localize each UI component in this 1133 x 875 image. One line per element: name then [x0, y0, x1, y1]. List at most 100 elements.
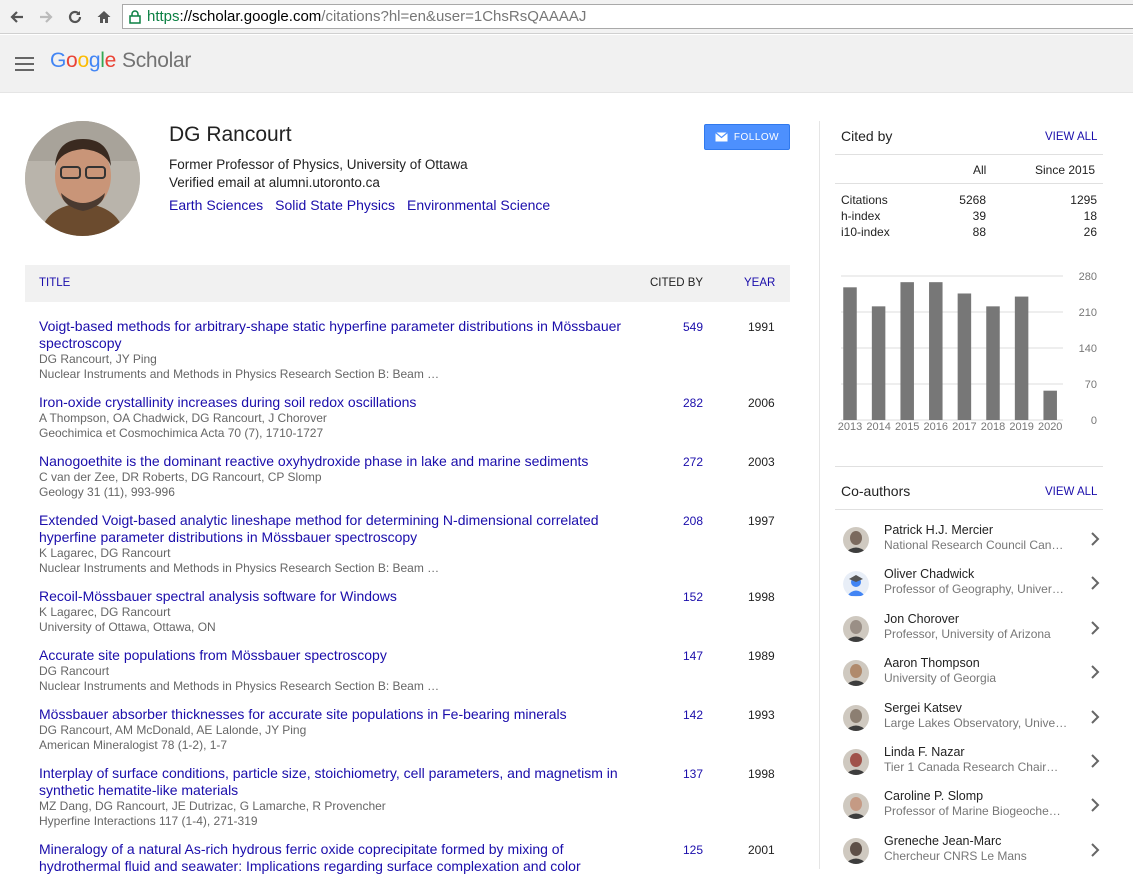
citations-per-year-chart: 280 210 140 70 0 2013 2014 2015 2016 2017 2018 2019… — [838, 271, 1097, 433]
home-icon[interactable] — [93, 6, 115, 28]
chart-bar-2019[interactable] — [1014, 296, 1029, 420]
sort-by-cited[interactable]: CITED BY — [650, 277, 703, 289]
coauthor-name: Patrick H.J. Mercier — [884, 523, 994, 537]
coauthor-avatar — [843, 749, 869, 775]
stat-label: Citations — [841, 193, 888, 207]
y-tick-label: 70 — [1085, 379, 1097, 391]
topic-link[interactable]: Environmental Science — [407, 197, 550, 213]
mail-icon — [714, 132, 728, 142]
chart-bar-2018[interactable] — [986, 306, 1000, 420]
chart-bar-2017[interactable] — [957, 293, 972, 420]
address-bar[interactable]: https://scholar.google.com/citations?hl=… — [122, 4, 1133, 29]
article-title[interactable]: Iron-oxide crystallinity increases durin… — [39, 394, 639, 411]
article-year: 2001 — [748, 843, 775, 857]
chart-bar-2014[interactable] — [871, 306, 886, 420]
article-title[interactable]: Extended Voigt-based analytic lineshape … — [39, 512, 639, 546]
x-tick-label: 2014 — [866, 421, 890, 433]
chart-bar-2013[interactable] — [843, 287, 857, 420]
article-cited-by[interactable]: 208 — [683, 514, 703, 528]
article-authors: K Lagarec, DG Rancourt — [39, 605, 171, 619]
stat-label: i10-index — [841, 225, 890, 239]
back-arrow-icon[interactable] — [6, 6, 28, 28]
article-cited-by[interactable]: 125 — [683, 843, 703, 857]
chevron-right-icon[interactable] — [1089, 665, 1101, 679]
article-authors: MZ Dang, DG Rancourt, JE Dutrizac, G Lam… — [39, 799, 386, 813]
article-title[interactable]: Nanogoethite is the dominant reactive ox… — [39, 453, 639, 470]
reload-icon[interactable] — [64, 6, 86, 28]
chevron-right-icon[interactable] — [1089, 798, 1101, 813]
chart-bar-2020[interactable] — [1043, 390, 1057, 420]
coauthor-item[interactable]: Linda F. Nazar Tier 1 Canada Research Cha… — [835, 742, 1103, 786]
article-row: Accurate site populations from Mössbauer… — [39, 647, 779, 693]
coauthor-affiliation: Large Lakes Observatory, Unive… — [884, 715, 1068, 730]
chart-bar-2015[interactable] — [900, 282, 914, 420]
y-tick-label: 0 — [1091, 415, 1097, 427]
coauthor-item[interactable]: Sergei Katsev Large Lakes Observatory, Un… — [835, 698, 1103, 742]
chevron-right-icon[interactable] — [1089, 576, 1101, 591]
x-tick-label: 2016 — [924, 421, 948, 433]
x-tick-label: 2015 — [895, 421, 919, 433]
article-cited-by[interactable]: 152 — [683, 590, 703, 604]
article-year: 2003 — [748, 455, 775, 469]
article-title[interactable]: Voigt-based methods for arbitrary-shape … — [39, 318, 639, 352]
y-tick-label: 210 — [1079, 307, 1097, 319]
article-row: Interplay of surface conditions, particl… — [39, 765, 779, 828]
article-cited-by[interactable]: 137 — [683, 767, 703, 781]
x-tick-label: 2013 — [838, 421, 862, 433]
google-scholar-logo[interactable]: Google Scholar — [50, 49, 191, 73]
coauthor-name: Aaron Thompson — [884, 656, 980, 671]
forward-arrow-icon[interactable] — [35, 6, 57, 28]
article-cited-by[interactable]: 142 — [683, 708, 703, 722]
profile-email: Verified email at alumni.utoronto.ca — [169, 175, 380, 190]
coauthor-avatar — [843, 704, 869, 731]
profile-photo — [25, 121, 140, 236]
article-title[interactable]: Recoil-Mössbauer spectral analysis softw… — [39, 588, 639, 605]
default-avatar-icon — [843, 571, 869, 598]
article-cited-by[interactable]: 282 — [683, 396, 703, 410]
coauthor-avatar — [843, 527, 869, 553]
cited-by-view-all[interactable]: VIEW ALL — [1045, 131, 1097, 143]
chevron-right-icon[interactable] — [1089, 621, 1101, 635]
articles-table-header: TITLE CITED BY YEAR — [25, 265, 790, 302]
coauthor-affiliation: Professor, University of Arizona — [884, 626, 1051, 641]
coauthor-affiliation: Professor of Marine Biogeoche… — [884, 804, 1061, 819]
coauthors-view-all[interactable]: VIEW ALL — [1045, 486, 1097, 498]
article-title[interactable]: Accurate site populations from Mössbauer… — [39, 647, 639, 664]
coauthor-item[interactable]: Jon Chorover Professor, University of Ari… — [835, 609, 1103, 653]
chart-bar-2016[interactable] — [929, 282, 943, 420]
article-cited-by[interactable]: 549 — [683, 320, 703, 334]
article-venue: Nuclear Instruments and Methods in Physi… — [39, 366, 440, 381]
divider — [835, 154, 1103, 155]
article-title[interactable]: Mössbauer absorber thicknesses for accur… — [39, 706, 639, 723]
article-year: 1989 — [748, 649, 775, 663]
topic-link[interactable]: Solid State Physics — [275, 197, 395, 213]
article-title[interactable]: Mineralogy of a natural As-rich hydrous … — [39, 841, 639, 875]
coauthor-item[interactable]: Aaron Thompson University of Georgia — [835, 653, 1103, 697]
follow-button[interactable]: FOLLOW — [704, 124, 790, 150]
article-authors: K Lagarec, DG Rancourt — [39, 546, 171, 560]
chevron-right-icon[interactable] — [1089, 754, 1101, 768]
sort-by-year[interactable]: YEAR — [744, 277, 775, 289]
chevron-right-icon[interactable] — [1089, 843, 1101, 857]
article-row: Recoil-Mössbauer spectral analysis softw… — [39, 588, 779, 634]
coauthor-item[interactable]: Oliver Chadwick Professor of Geography, U… — [835, 564, 1103, 608]
coauthor-item[interactable]: Patrick H.J. Mercier National Research Co… — [835, 520, 1103, 564]
sort-by-title[interactable]: TITLE — [39, 277, 70, 289]
article-venue: University of Ottawa, Ottawa, ON — [39, 619, 216, 634]
topic-link[interactable]: Earth Sciences — [169, 197, 263, 213]
article-cited-by[interactable]: 147 — [683, 649, 703, 663]
coauthor-name: Caroline P. Slomp — [884, 789, 984, 804]
scholar-header: Google Scholar — [0, 35, 1133, 93]
url-scheme: https — [147, 8, 180, 25]
coauthor-item[interactable]: Greneche Jean-Marc Chercheur CNRS Le Mans — [835, 831, 1103, 875]
url-host: ://scholar.google.com — [179, 8, 322, 25]
article-year: 2006 — [748, 396, 775, 410]
coauthor-item[interactable]: Caroline P. Slomp Professor of Marine Bio… — [835, 786, 1103, 830]
article-cited-by[interactable]: 272 — [683, 455, 703, 469]
chevron-right-icon[interactable] — [1089, 532, 1101, 546]
article-venue: Nuclear Instruments and Methods in Physi… — [39, 678, 440, 693]
chevron-right-icon[interactable] — [1089, 709, 1101, 724]
article-title[interactable]: Interplay of surface conditions, particl… — [39, 765, 639, 799]
menu-icon[interactable] — [15, 57, 34, 71]
article-year: 1997 — [748, 514, 775, 528]
